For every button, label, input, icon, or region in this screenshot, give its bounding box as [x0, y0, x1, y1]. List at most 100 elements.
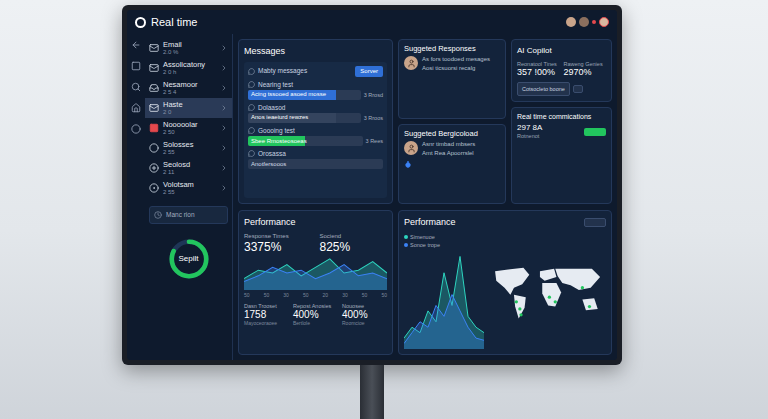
panel-title: Messages [244, 45, 387, 59]
messages-panel: Messages Mabty messagesSorver Nearing test… [238, 39, 393, 204]
monitor: Real time Email2.0 %Assolicatony2 0 hNesa… [122, 5, 622, 365]
top-bar: Real time [127, 10, 617, 34]
person-icon [407, 144, 416, 153]
avatar[interactable] [599, 17, 609, 27]
message-row[interactable]: Nearing testAcing tssooed asoed mosse3 R… [248, 81, 383, 100]
item-icon [149, 43, 159, 53]
message-row[interactable]: OrosassaAnotfersooos [248, 150, 383, 169]
copilot-button[interactable]: Cotsocleto boone [517, 82, 570, 96]
screen: Real time Email2.0 %Assolicatony2 0 hNesa… [127, 10, 617, 360]
square-icon[interactable] [131, 61, 141, 71]
sidebar-item[interactable]: Assolicatony2 0 h [145, 58, 232, 78]
message-icon [248, 104, 255, 111]
chevron-icon [220, 64, 228, 72]
summary-stat: Repost Anosies400%Bertlole [293, 303, 338, 328]
chart-series [404, 295, 484, 349]
message-row[interactable]: Mabty messagesSorver [248, 66, 383, 77]
item-icon [149, 83, 159, 93]
message-bar: Acing tssooed asoed mosse [248, 90, 361, 100]
map-pin[interactable] [518, 307, 521, 310]
map-pin[interactable] [515, 300, 518, 303]
sidebar-item[interactable]: Email2.0 % [145, 38, 232, 58]
map-pin[interactable] [581, 286, 584, 289]
message-row[interactable]: DolaasodAnos ieaeiurd rewzes3 Rroos [248, 104, 383, 123]
icon-rail [127, 34, 145, 360]
performance-map-panel: PerformanceSimenuoeSonoe trope [398, 210, 612, 355]
summary-stat: Nouosee400%Roomcioe [342, 303, 387, 328]
chart-legend: SimenuoeSonoe trope [404, 233, 484, 250]
chart-ticks: 5050305020305050 [244, 292, 387, 300]
avatar[interactable] [579, 17, 589, 27]
response-chart [244, 256, 387, 290]
performance-stat: Sociend825% [320, 232, 388, 254]
performance-panel: PerformanceResponse Times3375%Sociend825… [238, 210, 393, 355]
window-title: Real time [151, 14, 197, 31]
main-area: Messages Mabty messagesSorver Nearing test… [233, 34, 617, 360]
message-bar: Sbee Rmosteosoeas [248, 136, 363, 146]
item-icon [149, 63, 159, 73]
small-button[interactable] [573, 85, 583, 93]
chart-series [244, 264, 387, 290]
sidebar-item[interactable]: Seolosd2 11 [145, 158, 232, 178]
sidebar-item[interactable]: Volotsam2 55 [145, 178, 232, 198]
message-icon [248, 81, 255, 88]
action-button[interactable]: Sorver [355, 66, 383, 77]
sidebar-item[interactable]: Solosses2 55 [145, 138, 232, 158]
suggestion-card: Suggeted BergicoloadAsnr timbad mbsersAm… [398, 124, 506, 204]
realtime-card: Real time commications297 8ARotnenot [511, 107, 612, 204]
chevron-icon [220, 44, 228, 52]
chart-series [404, 256, 484, 349]
donut-chart: Sepilt [145, 236, 232, 282]
office-scene: Real time Email2.0 %Assolicatony2 0 hNesa… [0, 0, 768, 419]
world-map [488, 233, 606, 350]
status-pill[interactable] [584, 128, 606, 136]
message-field[interactable]: Anotfersooos [248, 159, 383, 169]
item-icon [149, 103, 159, 113]
item-icon [149, 163, 159, 173]
copilot-stat: Reonatool Tines357 !00% [517, 61, 560, 78]
avatar [404, 141, 418, 155]
item-icon [149, 183, 159, 193]
donut-label: Sepilt [166, 236, 212, 282]
sidebar-item[interactable]: Nooooolar2 50 [145, 118, 232, 138]
drop-icon [404, 160, 412, 168]
message-icon [248, 68, 255, 75]
performance-stat: Response Times3375% [244, 232, 312, 254]
notification-dot [592, 20, 596, 24]
chevron-icon [220, 104, 228, 112]
map-pin[interactable] [588, 304, 591, 307]
map-pin[interactable] [519, 313, 522, 316]
monitor-stand [360, 365, 384, 419]
chevron-icon [220, 84, 228, 92]
avatar[interactable] [566, 17, 576, 27]
performance-chart [404, 251, 484, 349]
message-icon [248, 127, 255, 134]
copilot-stat: Raweng Genies2970% [564, 61, 607, 78]
message-row[interactable]: Goooing testSbee Rmosteosoeas3 Rees [248, 127, 383, 146]
avatar [404, 56, 418, 70]
logo-icon [135, 17, 146, 28]
sidebar: Email2.0 %Assolicatony2 0 hNesamoor2 5 4… [145, 34, 233, 360]
item-icon [149, 143, 159, 153]
chevron-icon [220, 124, 228, 132]
copilot-card: AI CopilotReonatool Tines357 !00%Raweng … [511, 39, 612, 102]
search-icon[interactable] [131, 82, 141, 92]
suggestions-column: Suggeted ResponsesAs fors toodoed mesage… [398, 39, 506, 204]
message-bar: Anos ieaeiurd rewzes [248, 113, 361, 123]
item-icon [149, 123, 159, 133]
chevron-icon [220, 144, 228, 152]
suggestion-card: Suggeted ResponsesAs fors toodoed mesage… [398, 39, 506, 119]
home-icon[interactable] [131, 103, 141, 113]
map-pin[interactable] [554, 300, 557, 303]
panel-button[interactable] [584, 218, 606, 227]
sidebar-item[interactable]: Nesamoor2 5 4 [145, 78, 232, 98]
chevron-icon [220, 184, 228, 192]
message-icon [248, 150, 255, 157]
back-icon[interactable] [131, 40, 141, 50]
sidebar-footer-item[interactable]: Manc rion [149, 206, 228, 224]
chevron-icon [220, 164, 228, 172]
sidebar-item[interactable]: Haste2 0 [145, 98, 232, 118]
summary-stat: Dasn Trooset1758Mayoceoraoee [244, 303, 289, 328]
map-pin[interactable] [548, 295, 551, 298]
circle-icon[interactable] [131, 124, 141, 134]
